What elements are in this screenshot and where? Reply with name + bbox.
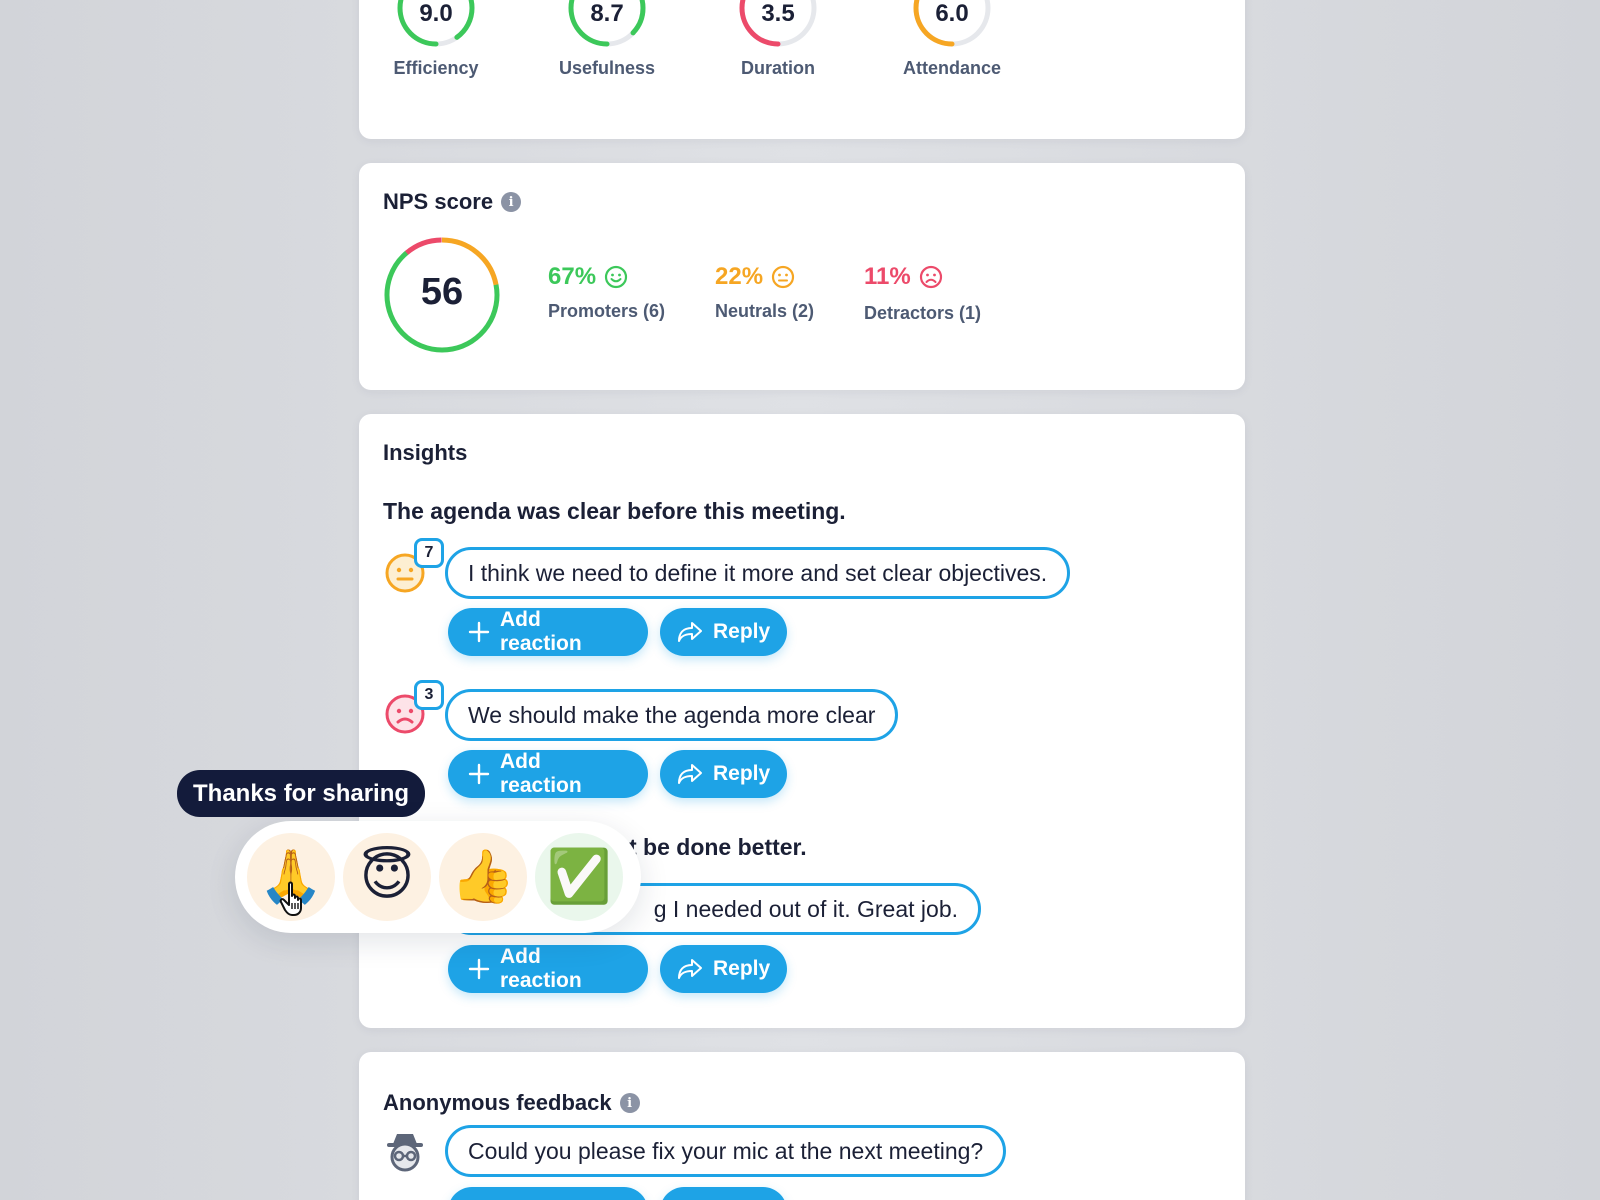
reply-arrow-icon — [678, 959, 702, 979]
reaction-smiling-face-with-halo[interactable]: 😇 — [343, 833, 431, 921]
add-reaction-button[interactable] — [448, 1187, 648, 1200]
score-value: 6.0 — [935, 0, 969, 27]
anonymous-comment-bubble: Could you please fix your mic at the nex… — [445, 1125, 1007, 1177]
insights-card: Insights The agenda was clear before thi… — [359, 414, 1245, 1028]
score-gauge-attendance: 6.0 Attendance — [892, 0, 1012, 78]
detractors-label: Detractors (1) — [864, 303, 982, 323]
neutral-face-icon — [771, 265, 795, 289]
add-reaction-button[interactable]: Add reaction — [448, 945, 648, 993]
score-gauge-usefulness: 8.7 Usefulness — [547, 0, 667, 78]
reply-button[interactable] — [660, 1187, 787, 1200]
comment-bubble: We should make the agenda more clear — [445, 689, 899, 741]
insight-question: t be done better. — [629, 834, 807, 860]
reply-button[interactable]: Reply — [660, 608, 787, 656]
insights-title: Insights — [383, 440, 468, 465]
score-label: Duration — [741, 58, 815, 78]
reaction-picker: 🙏 😇 👍 ✅ — [235, 821, 641, 933]
plus-icon — [468, 958, 490, 980]
score-gauge-duration: 3.5 Duration — [718, 0, 838, 78]
anonymous-spy-icon — [387, 1134, 423, 1172]
anonymous-title-text: Anonymous feedback — [383, 1090, 612, 1115]
add-reaction-button[interactable]: Add reaction — [448, 608, 648, 656]
reply-arrow-icon — [678, 622, 702, 642]
insight-question: The agenda was clear before this meeting… — [383, 498, 846, 524]
neutrals-pct: 22% — [715, 263, 764, 290]
promoters-pct: 67% — [548, 263, 597, 290]
reaction-check-mark[interactable]: ✅ — [535, 833, 623, 921]
reply-label: Reply — [713, 762, 771, 785]
smiling-face-with-halo-icon: 😇 — [359, 847, 415, 907]
smile-icon — [604, 265, 628, 289]
score-label: Usefulness — [558, 58, 656, 78]
detractors-pct: 11% — [864, 263, 911, 290]
scores-card: 9.0 Efficiency 8.7 Usefulness 3.5 Durati… — [359, 0, 1245, 139]
nps-title-text: NPS score — [383, 189, 494, 214]
promoters-label: Promoters (6) — [548, 301, 666, 321]
score-value: 3.5 — [761, 0, 795, 27]
thumbs-up-icon: 👍 — [450, 847, 516, 907]
comment-count-badge: 7 — [414, 538, 444, 568]
reply-arrow-icon — [678, 764, 702, 784]
reply-button[interactable]: Reply — [660, 750, 787, 798]
nps-title: NPS score i — [383, 189, 522, 215]
add-reaction-button[interactable]: Add reaction — [448, 750, 648, 798]
anonymous-title: Anonymous feedback i — [383, 1090, 640, 1116]
nps-promoters: 67% Promoters (6) — [548, 263, 665, 322]
score-value: 9.0 — [419, 0, 453, 27]
score-label: Attendance — [902, 58, 1001, 78]
add-reaction-label: Add reaction — [500, 945, 582, 992]
reaction-folded-hands[interactable]: 🙏 — [247, 833, 335, 921]
info-icon[interactable]: i — [619, 1093, 640, 1113]
reaction-tooltip: Thanks for sharing — [177, 770, 426, 817]
reply-label: Reply — [713, 620, 771, 643]
nps-detractors: 11% Detractors (1) — [864, 263, 981, 324]
reply-button[interactable]: Reply — [660, 945, 787, 993]
reply-label: Reply — [713, 957, 771, 980]
score-value: 8.7 — [590, 0, 624, 27]
plus-icon — [468, 763, 490, 785]
comment-bubble: I think we need to define it more and se… — [445, 547, 1071, 599]
plus-icon — [468, 621, 490, 643]
info-icon[interactable]: i — [501, 192, 522, 212]
nps-card: NPS score i 56 67% Promoters (6) 22% Neu… — [359, 163, 1245, 390]
comment-count-badge: 3 — [414, 680, 444, 710]
reaction-thumbs-up[interactable]: 👍 — [439, 833, 527, 921]
check-mark-icon: ✅ — [546, 847, 612, 907]
nps-neutrals: 22% Neutrals (2) — [715, 263, 814, 322]
nps-score-value: 56 — [420, 271, 464, 313]
score-label: Efficiency — [393, 58, 479, 78]
add-reaction-label: Add reaction — [500, 608, 582, 655]
neutrals-label: Neutrals (2) — [715, 301, 815, 321]
score-gauge-efficiency: 9.0 Efficiency — [376, 0, 496, 78]
add-reaction-label: Add reaction — [500, 750, 582, 797]
frown-icon — [919, 265, 942, 289]
anonymous-feedback-card: Anonymous feedback i Could you please fi… — [359, 1052, 1245, 1200]
hand-pointer-cursor-icon — [279, 881, 302, 916]
